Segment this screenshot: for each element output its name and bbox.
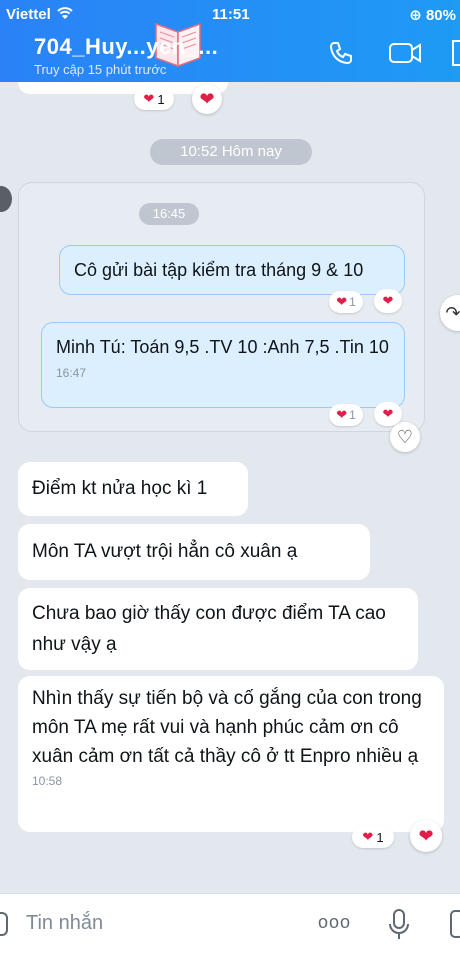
carrier-label: Viettel xyxy=(6,6,51,23)
message-text: Cô gửi bài tập kiểm tra tháng 9 & 10 xyxy=(74,260,364,280)
message-time: 10:58 xyxy=(32,774,63,788)
message-bubble[interactable]: Môn TA vượt trội hẳn cô xuân ạ xyxy=(18,524,370,580)
forwarded-message-2[interactable]: Minh Tú: Toán 9,5 .TV 10 :Anh 7,5 .Tin 1… xyxy=(41,322,405,408)
heart-react-button[interactable]: ❤ xyxy=(192,84,222,114)
avatar[interactable] xyxy=(0,186,12,212)
heart-react-button[interactable]: ❤ xyxy=(374,289,402,313)
more-options-icon[interactable]: ooo xyxy=(318,912,351,933)
reaction-count: 1 xyxy=(349,408,356,422)
reaction-summary[interactable]: ❤ 1 xyxy=(329,404,363,426)
message-bubble[interactable]: Nhìn thấy sự tiến bộ và cố gắng của con … xyxy=(18,676,444,832)
video-call-icon[interactable] xyxy=(388,40,422,66)
date-separator: 10:52 Hôm nay xyxy=(150,139,312,165)
last-seen: Truy cập 15 phút trước xyxy=(34,62,167,77)
heart-icon: ❤ xyxy=(362,829,374,844)
message-time: 16:47 xyxy=(56,366,87,380)
status-bar: Viettel 11:51 ⊕ 80% xyxy=(0,4,460,24)
message-text: Chưa bao giờ thấy con được điểm TA cao n… xyxy=(32,603,386,655)
reaction-count: 1 xyxy=(349,295,356,309)
reaction-summary[interactable]: ❤ 1 xyxy=(329,291,363,313)
microphone-icon[interactable] xyxy=(388,908,410,942)
message-bubble[interactable]: Điểm kt nửa học kì 1 xyxy=(18,462,248,516)
heart-icon: ❤ xyxy=(382,293,394,308)
reaction-summary[interactable]: ❤ 1 xyxy=(352,826,394,848)
heart-icon: ❤ xyxy=(418,825,434,846)
message-input[interactable]: Tin nhắn xyxy=(26,912,103,935)
heart-icon: ❤ xyxy=(199,88,215,109)
heart-react-button[interactable]: ♡ xyxy=(390,422,420,452)
heart-outline-icon: ♡ xyxy=(396,426,414,447)
message-text: Điểm kt nửa học kì 1 xyxy=(32,478,208,499)
heart-icon: ❤ xyxy=(382,406,394,421)
phone-icon[interactable] xyxy=(328,40,354,66)
sticker-icon[interactable] xyxy=(0,912,8,936)
clock: 11:51 xyxy=(212,6,250,23)
image-icon[interactable] xyxy=(450,910,460,938)
heart-icon: ❤ xyxy=(336,407,348,422)
reaction-summary[interactable]: ❤ 1 xyxy=(134,88,174,110)
reaction-count: 1 xyxy=(157,91,165,107)
message-input-bar: Tin nhắn ooo xyxy=(0,893,460,955)
heart-icon: ❤ xyxy=(336,294,348,309)
battery-indicator: ⊕ 80% xyxy=(409,7,456,24)
time-pill: 16:45 xyxy=(139,203,199,225)
message-bubble[interactable]: Chưa bao giờ thấy con được điểm TA cao n… xyxy=(18,588,418,670)
heart-icon: ❤ xyxy=(143,91,155,106)
chat-header: Viettel 11:51 ⊕ 80% 704_Huy...yen_... Tr… xyxy=(0,0,460,82)
forwarded-message-group: 16:45 Cô gửi bài tập kiểm tra tháng 9 & … xyxy=(18,182,425,432)
share-arrow-icon: ↷ xyxy=(445,302,460,323)
wifi-icon xyxy=(57,7,73,19)
forwarded-message-1[interactable]: Cô gửi bài tập kiểm tra tháng 9 & 10 xyxy=(59,245,405,295)
message-text: Môn TA vượt trội hẳn cô xuân ạ xyxy=(32,541,298,562)
message-text: Minh Tú: Toán 9,5 .TV 10 :Anh 7,5 .Tin 1… xyxy=(56,337,389,357)
reaction-count: 1 xyxy=(376,829,384,845)
more-icon-partial[interactable] xyxy=(452,40,460,66)
battery-level: 80% xyxy=(425,7,456,24)
share-icon[interactable]: ↷ xyxy=(440,295,460,331)
message-text: Nhìn thấy sự tiến bộ và cố gắng của con … xyxy=(32,688,422,767)
contact-name[interactable]: 704_Huy...yen_... xyxy=(34,34,218,60)
heart-react-button[interactable]: ❤ xyxy=(410,820,442,852)
